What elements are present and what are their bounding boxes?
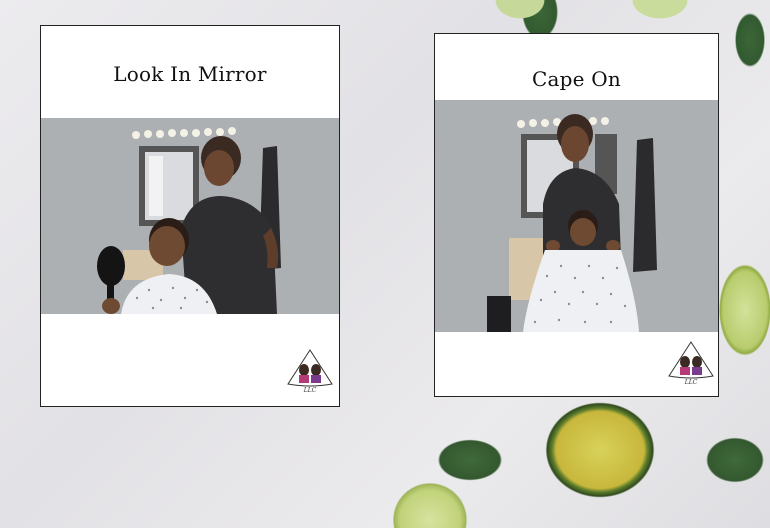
card-photo <box>435 100 718 332</box>
company-logo: LLC <box>286 348 334 394</box>
card-photo <box>41 118 339 314</box>
card-title: Cape On <box>532 67 621 91</box>
logo-mark <box>668 341 714 379</box>
card-cape-on[interactable]: Cape On LLC <box>434 33 719 397</box>
company-logo: LLC <box>667 340 715 386</box>
logo-caption: LLC <box>684 379 698 386</box>
barber-mirror-illustration <box>41 118 339 314</box>
card-look-in-mirror[interactable]: Look In Mirror LLC <box>40 25 340 407</box>
logo-mark <box>287 349 333 387</box>
barber-cape-illustration <box>435 100 718 332</box>
logo-caption: LLC <box>303 387 317 394</box>
card-title: Look In Mirror <box>113 62 267 86</box>
